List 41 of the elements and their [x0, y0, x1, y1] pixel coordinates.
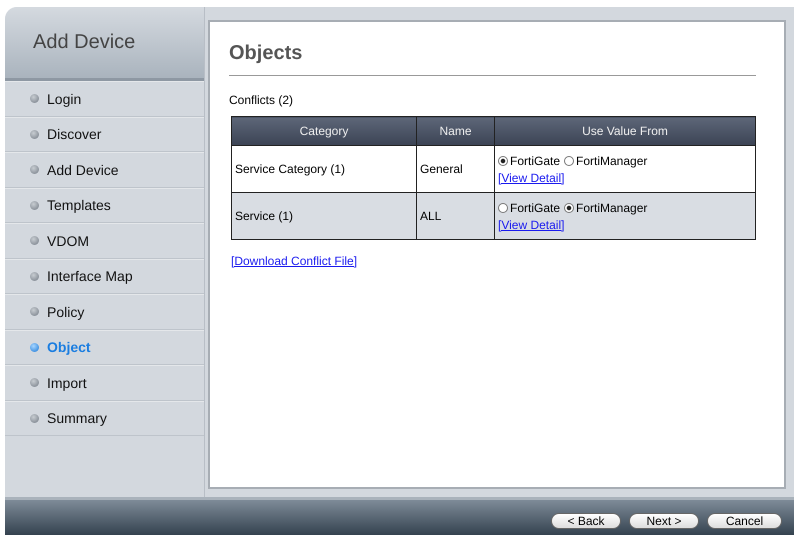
bullet-icon — [30, 342, 39, 352]
bullet-icon — [30, 236, 39, 246]
sidebar-item[interactable]: Policy — [5, 294, 204, 330]
bullet-icon — [30, 94, 39, 104]
radio-button[interactable] — [498, 202, 508, 212]
download-link[interactable]: [Download Conflict File] — [231, 254, 358, 268]
sidebar-item[interactable]: Login — [5, 81, 204, 116]
radio-button[interactable] — [498, 156, 508, 166]
radio-option[interactable]: FortiManager — [564, 154, 648, 168]
bullet-icon — [30, 414, 39, 423]
conflicts-label: Conflicts (2) — [229, 93, 294, 107]
radio-option[interactable]: FortiManager — [564, 200, 648, 214]
radio-button[interactable] — [564, 156, 574, 166]
bullet-icon — [30, 378, 39, 388]
sidebar-title: Add Device — [33, 31, 136, 53]
sidebar-item[interactable]: Summary — [5, 400, 204, 436]
bullet-icon — [30, 307, 39, 316]
table-cell: Service (1) — [232, 192, 416, 240]
sidebar-item[interactable]: Discover — [5, 116, 204, 152]
bullet-icon — [30, 130, 39, 139]
table-cell: ALL — [416, 192, 494, 240]
sidebar-item[interactable]: Templates — [5, 188, 204, 223]
radio-option[interactable]: FortiGate — [498, 154, 560, 168]
radio-button[interactable] — [564, 202, 574, 212]
column-header: Category — [232, 116, 416, 146]
view-detail-link[interactable]: [View Detail] — [498, 170, 564, 184]
bullet-icon — [30, 272, 39, 281]
wizard-button[interactable]: Next > — [629, 512, 699, 528]
page-heading: Objects — [229, 42, 756, 76]
sidebar-item[interactable]: Add Device — [5, 152, 204, 188]
wizard-button[interactable]: < Back — [551, 512, 621, 528]
sidebar-item[interactable]: Import — [5, 365, 204, 400]
bullet-icon — [30, 200, 39, 210]
sidebar-item[interactable]: VDOM — [5, 223, 204, 258]
radio-option[interactable]: FortiGate — [498, 200, 560, 214]
bullet-icon — [30, 165, 39, 174]
view-detail-link[interactable]: [View Detail] — [498, 218, 564, 232]
column-header: Use Value From — [494, 116, 756, 146]
column-header: Name — [416, 116, 494, 146]
sidebar-item[interactable]: Interface Map — [5, 258, 204, 294]
wizard-button[interactable]: Cancel — [707, 512, 782, 528]
